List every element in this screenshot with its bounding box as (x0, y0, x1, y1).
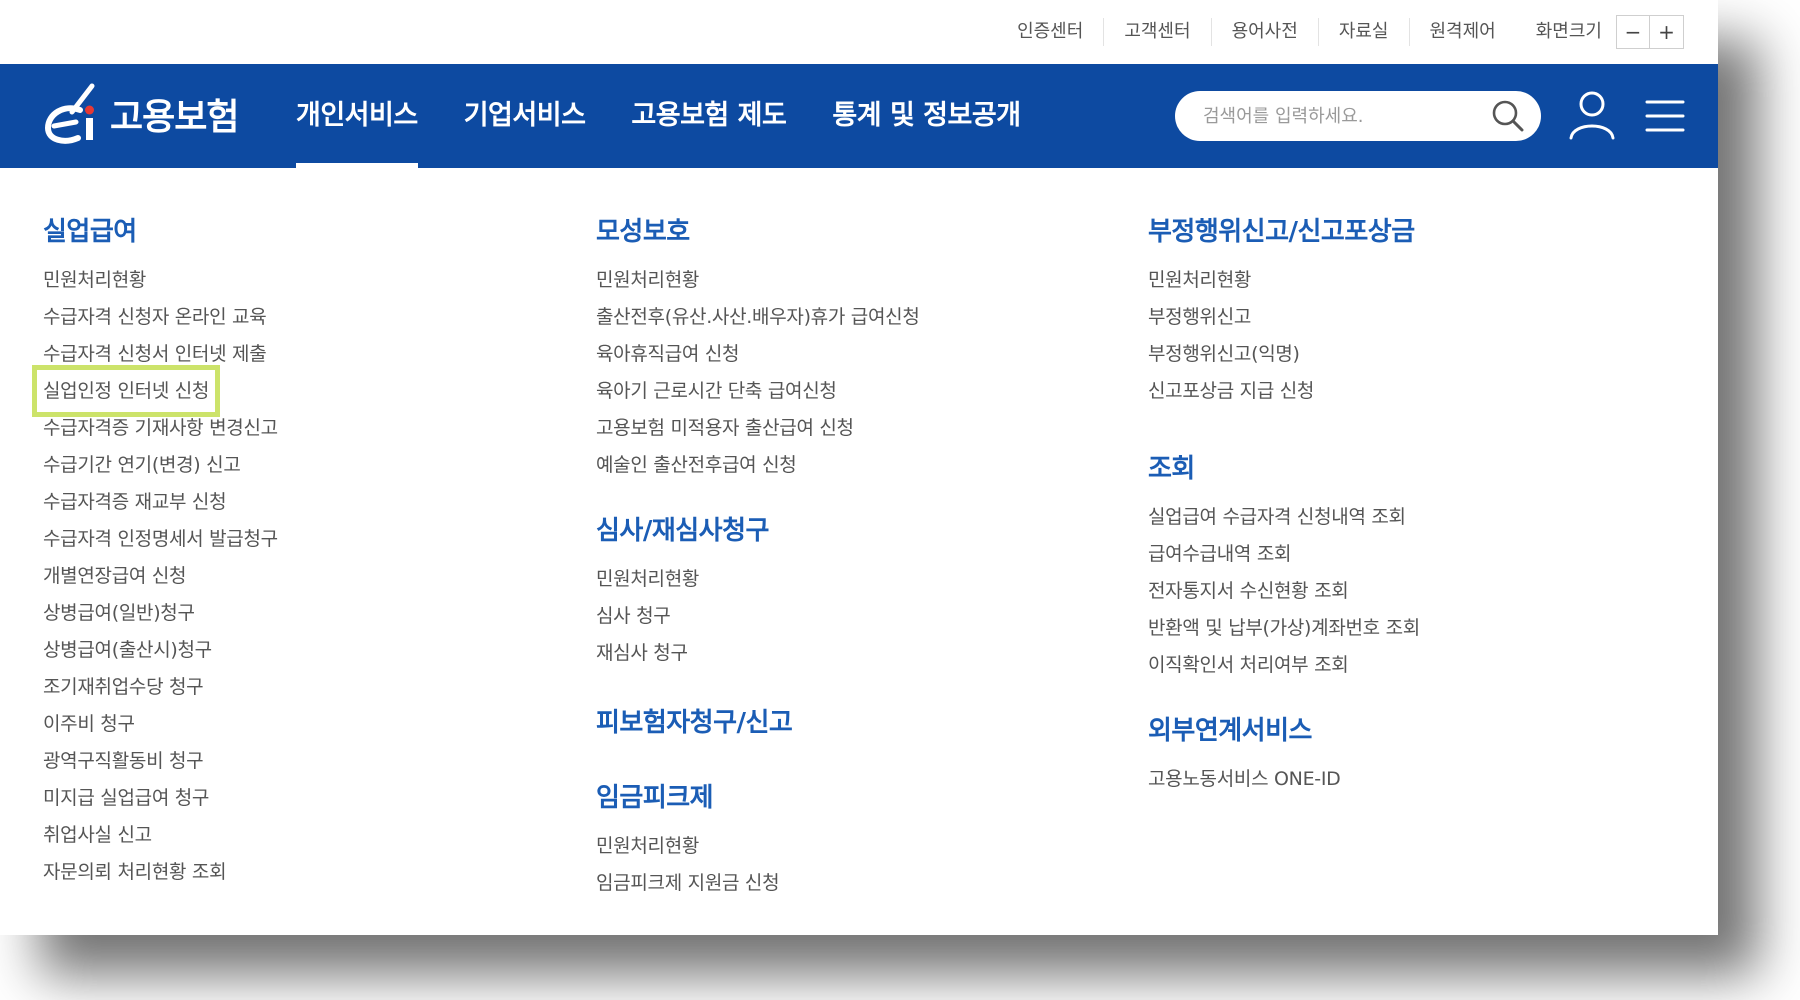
menu-item[interactable]: 임금피크제 지원금 신청 (596, 865, 920, 902)
maternity-submenu: 민원처리현황 출산전후(유산.사산.배우자)휴가 급여신청 육아휴직급여 신청 … (596, 262, 920, 484)
util-link-customer-center[interactable]: 고객센터 (1104, 18, 1212, 46)
menu-column-unemployment: 실업급여 민원처리현황 수급자격 신청자 온라인 교육 수급자격 신청서 인터넷… (31, 211, 278, 891)
menu-item[interactable]: 신고포상금 지급 신청 (1148, 373, 1420, 410)
menu-item[interactable]: 실업급여 수급자격 신청내역 조회 (1148, 499, 1420, 536)
site-logo[interactable]: 고용보험 (42, 78, 239, 150)
nav-personal-services[interactable]: 개인서비스 (296, 64, 418, 168)
menu-item-unemployment-certification-online[interactable]: 실업인정 인터넷 신청 (31, 365, 221, 417)
menu-item[interactable]: 급여수급내역 조회 (1148, 536, 1420, 573)
inquiry-submenu: 실업급여 수급자격 신청내역 조회 급여수급내역 조회 전자통지서 수신현황 조… (1148, 499, 1420, 684)
menu-item[interactable]: 조기재취업수당 청구 (43, 669, 278, 706)
hamburger-menu-icon[interactable] (1643, 94, 1687, 138)
menu-item[interactable]: 이직확인서 처리여부 조회 (1148, 647, 1420, 684)
util-link-library[interactable]: 자료실 (1319, 18, 1410, 46)
menu-item[interactable]: 민원처리현황 (1148, 262, 1420, 299)
category-maternity-protection[interactable]: 모성보호 (596, 211, 920, 248)
wage-peak-submenu: 민원처리현황 임금피크제 지원금 신청 (596, 828, 920, 902)
menu-item[interactable]: 미지급 실업급여 청구 (43, 780, 278, 817)
review-appeal-submenu: 민원처리현황 심사 청구 재심사 청구 (596, 561, 920, 672)
user-icon[interactable] (1565, 88, 1619, 144)
category-inquiry[interactable]: 조회 (1148, 448, 1420, 485)
main-header: 고용보험 개인서비스 기업서비스 고용보험 제도 통계 및 정보공개 (0, 64, 1718, 168)
highlight-wrapper: 실업인정 인터넷 신청 (31, 365, 278, 417)
menu-item[interactable]: 민원처리현황 (596, 262, 920, 299)
category-wage-peak[interactable]: 임금피크제 (596, 777, 920, 814)
menu-item[interactable]: 출산전후(유산.사산.배우자)휴가 급여신청 (596, 299, 920, 336)
zoom-out-button[interactable]: − (1616, 15, 1650, 49)
menu-item[interactable]: 상병급여(출산시)청구 (43, 632, 278, 669)
menu-item[interactable]: 상병급여(일반)청구 (43, 595, 278, 632)
menu-item[interactable]: 전자통지서 수신현황 조회 (1148, 573, 1420, 610)
menu-item[interactable]: 심사 청구 (596, 598, 920, 635)
search-input[interactable] (1203, 105, 1487, 127)
global-nav: 개인서비스 기업서비스 고용보험 제도 통계 및 정보공개 (296, 64, 1067, 168)
menu-item[interactable]: 광역구직활동비 청구 (43, 743, 278, 780)
nav-insurance-system[interactable]: 고용보험 제도 (631, 64, 786, 168)
category-insured-claims[interactable]: 피보험자청구/신고 (596, 702, 920, 739)
menu-item[interactable]: 수급자격증 재교부 신청 (43, 484, 278, 521)
menu-item[interactable]: 고용노동서비스 ONE-ID (1148, 761, 1420, 798)
menu-column-maternity: 모성보호 민원처리현황 출산전후(유산.사산.배우자)휴가 급여신청 육아휴직급… (596, 211, 920, 902)
menu-item[interactable]: 부정행위신고 (1148, 299, 1420, 336)
menu-item[interactable]: 개별연장급여 신청 (43, 558, 278, 595)
nav-statistics-disclosure[interactable]: 통계 및 정보공개 (832, 64, 1021, 168)
menu-item[interactable]: 수급자격 신청서 인터넷 제출 (43, 336, 278, 373)
category-external-services[interactable]: 외부연계서비스 (1148, 710, 1420, 747)
util-link-remote-control[interactable]: 원격제어 (1410, 18, 1516, 46)
util-link-certification[interactable]: 인증센터 (997, 18, 1105, 46)
menu-item[interactable]: 반환액 및 납부(가상)계좌번호 조회 (1148, 610, 1420, 647)
unemployment-submenu: 민원처리현황 수급자격 신청자 온라인 교육 수급자격 신청서 인터넷 제출 실… (31, 262, 278, 891)
nav-business-services[interactable]: 기업서비스 (464, 64, 586, 168)
menu-item[interactable]: 이주비 청구 (43, 706, 278, 743)
screen-size-label: 화면크기 (1535, 21, 1602, 42)
category-review-appeal[interactable]: 심사/재심사청구 (596, 510, 920, 547)
menu-item[interactable]: 육아휴직급여 신청 (596, 336, 920, 373)
util-link-glossary[interactable]: 용어사전 (1212, 18, 1319, 46)
menu-item[interactable]: 부정행위신고(익명) (1148, 336, 1420, 373)
menu-item[interactable]: 재심사 청구 (596, 635, 920, 672)
logo-text: 고용보험 (110, 97, 239, 138)
external-services-submenu: 고용노동서비스 ONE-ID (1148, 761, 1420, 798)
menu-item[interactable]: 민원처리현황 (596, 828, 920, 865)
category-unemployment-benefits[interactable]: 실업급여 (43, 211, 278, 248)
search-icon[interactable] (1487, 95, 1529, 137)
utility-bar: 인증센터 고객센터 용어사전 자료실 원격제어 화면크기 − + (0, 0, 1718, 64)
menu-item[interactable]: 수급기간 연기(변경) 신고 (43, 447, 278, 484)
search-box (1175, 91, 1541, 141)
zoom-control: − + (1616, 15, 1684, 49)
menu-item[interactable]: 육아기 근로시간 단축 급여신청 (596, 373, 920, 410)
menu-item[interactable]: 예술인 출산전후급여 신청 (596, 447, 920, 484)
menu-item[interactable]: 민원처리현황 (596, 561, 920, 598)
menu-column-fraud-report: 부정행위신고/신고포상금 민원처리현황 부정행위신고 부정행위신고(익명) 신고… (1148, 211, 1420, 798)
fraud-report-submenu: 민원처리현황 부정행위신고 부정행위신고(익명) 신고포상금 지급 신청 (1148, 262, 1420, 410)
menu-item[interactable]: 수급자격 신청자 온라인 교육 (43, 299, 278, 336)
menu-item[interactable]: 고용보험 미적용자 출산급여 신청 (596, 410, 920, 447)
menu-item[interactable]: 수급자격 인정명세서 발급청구 (43, 521, 278, 558)
menu-item[interactable]: 자문의뢰 처리현황 조회 (43, 854, 278, 891)
zoom-in-button[interactable]: + (1650, 15, 1684, 49)
logo-mark-icon (44, 83, 95, 144)
menu-item[interactable]: 수급자격증 기재사항 변경신고 (43, 410, 278, 447)
category-fraud-report-reward[interactable]: 부정행위신고/신고포상금 (1148, 211, 1420, 248)
mega-menu: 실업급여 민원처리현황 수급자격 신청자 온라인 교육 수급자격 신청서 인터넷… (0, 168, 1718, 935)
page-frame: 인증센터 고객센터 용어사전 자료실 원격제어 화면크기 − + 고용보험 개인… (0, 0, 1718, 935)
menu-item[interactable]: 취업사실 신고 (43, 817, 278, 854)
menu-item[interactable]: 민원처리현황 (43, 262, 278, 299)
